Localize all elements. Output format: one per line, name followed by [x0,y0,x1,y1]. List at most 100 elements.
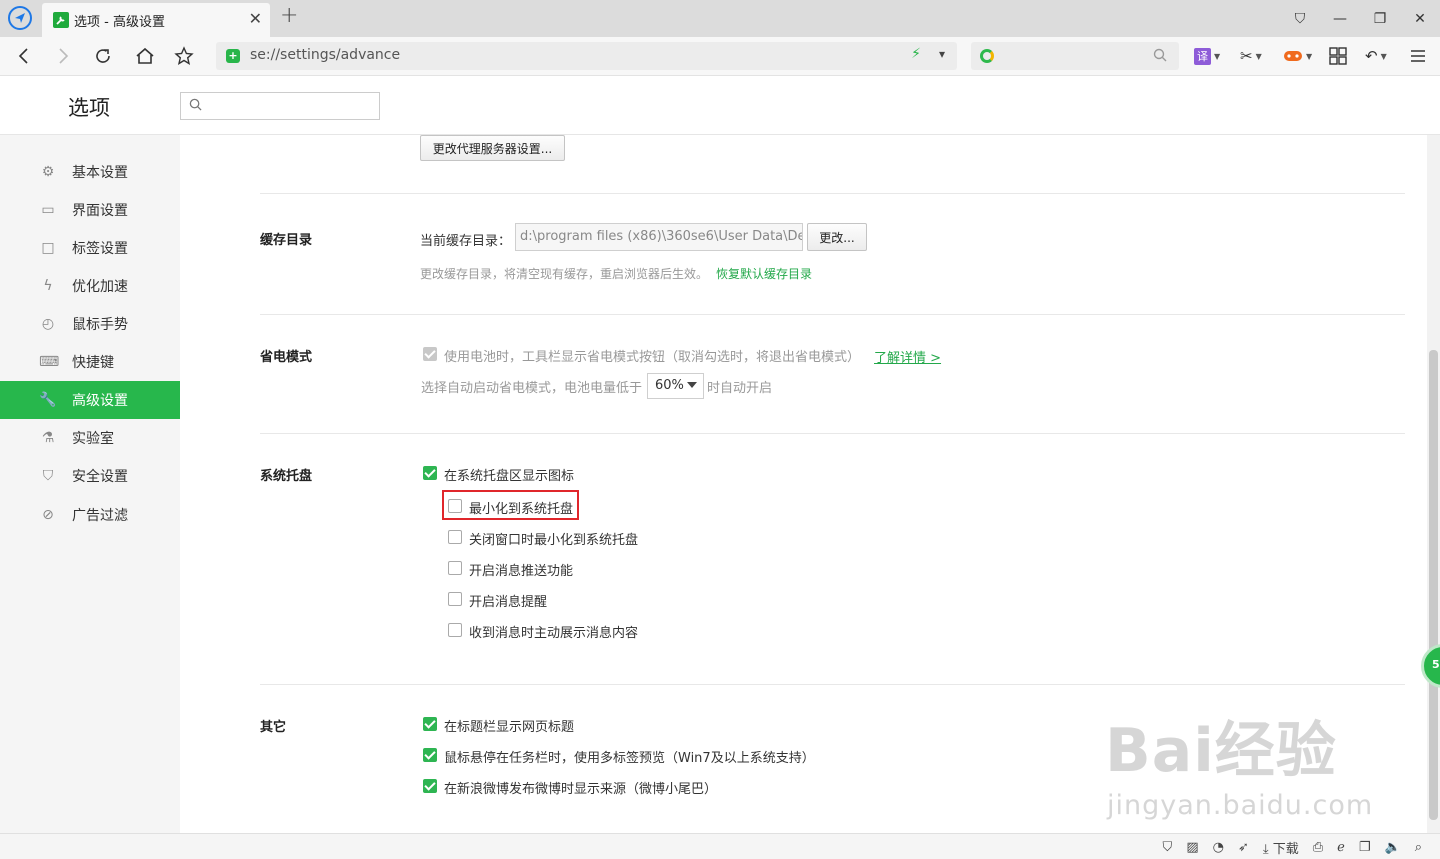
speed-mode-icon[interactable]: ⚡ [911,46,921,62]
reload-icon[interactable] [90,43,116,69]
lightning-icon: ϟ [43,278,53,294]
scrollbar-thumb[interactable] [1429,350,1438,820]
learn-more-link[interactable]: 了解详情 > [874,347,941,366]
cache-note: 更改缓存目录，将清空现有缓存，重启浏览器后生效。 [420,267,709,281]
download-icon[interactable]: ⤓ 下载 [1263,838,1299,857]
sidebar-item-label: 标签设置 [72,241,128,257]
sidebar-item-mouse-gesture[interactable]: ◴ 鼠标手势 [0,305,180,343]
tray-option-label: 开启消息提醒 [469,595,548,610]
settings-header: 选项 [0,76,1440,135]
image-icon[interactable]: ▨ [1186,840,1198,855]
sidebar-item-shortcuts[interactable]: ⌨ 快捷键 [0,343,180,381]
sidebar-item-interface[interactable]: ▭ 界面设置 [0,191,180,229]
close-window-button[interactable]: ✕ [1400,0,1440,37]
mute-icon[interactable]: 🔈 [1385,840,1401,855]
rocket-icon[interactable]: ➶ [1238,840,1249,855]
undo-icon[interactable]: ↶ ▼ [1365,46,1387,66]
wrench-icon: 🔧 [39,392,57,408]
new-tab-button[interactable]: + [280,3,298,28]
print-icon[interactable]: ⎙ [1313,840,1323,855]
weibo-source-checkbox[interactable] [423,779,437,793]
show-page-title-checkbox[interactable] [423,717,437,731]
translate-icon[interactable]: 译 ▼ [1194,46,1220,66]
game-icon[interactable]: ▼ [1283,46,1312,66]
tray-section-label: 系统托盘 [260,469,313,484]
tab-options[interactable]: 选项 - 高级设置 ✕ [42,3,270,37]
favorite-star-icon[interactable] [171,43,197,69]
cache-section-label: 缓存目录 [260,233,313,248]
push-messages-checkbox[interactable] [448,561,462,575]
tray-option-label: 开启消息推送功能 [469,564,574,579]
minimize-button[interactable]: — [1320,0,1360,37]
sidebar-item-optimize[interactable]: ϟ 优化加速 [0,267,180,305]
sidebar-item-label: 鼠标手势 [72,317,128,333]
wrench-favicon-icon [53,12,69,28]
apps-icon[interactable] [1329,46,1347,66]
settings-search-input[interactable] [180,92,380,120]
battery-threshold-select[interactable]: 60% [647,373,704,399]
cache-path-field: d:\program files (x86)\360se6\User Data\… [515,223,803,251]
back-icon[interactable] [10,43,36,69]
skin-icon[interactable]: ⛉ [1280,0,1320,37]
sidebar-item-lab[interactable]: ⚗ 实验室 [0,419,180,457]
speed-icon[interactable]: ◔ [1213,840,1224,855]
download-label: 下载 [1272,842,1299,857]
cache-current-label: 当前缓存目录： [420,234,512,249]
sidebar-item-tabs[interactable]: □ 标签设置 [0,229,180,267]
restore-cache-link[interactable]: 恢复默认缓存目录 [716,265,812,282]
other-option-label: 在标题栏显示网页标题 [444,720,575,735]
keyboard-icon: ⌨ [39,354,60,370]
message-reminder-checkbox[interactable] [448,592,462,606]
change-cache-button[interactable]: 更改... [807,223,867,251]
tab-close-icon[interactable]: ✕ [249,9,262,28]
taskbar-preview-checkbox[interactable] [423,748,437,762]
address-bar[interactable]: + se://settings/advance ⚡ ▾ [216,42,957,70]
settings-sidebar: ⚙ 基本设置 ▭ 界面设置 □ 标签设置 ϟ 优化加速 ◴ 鼠标手势 ⌨ 快捷键… [0,135,180,833]
home-icon[interactable] [132,43,158,69]
baidu-jingyan-watermark: Bai经验 jingyan.baidu.com [1105,702,1372,821]
power-mode-option: 使用电池时，工具栏显示省电模式按钮（取消勾选时，将退出省电模式） [444,350,861,365]
address-dropdown-icon[interactable]: ▾ [939,47,945,61]
section-divider [260,433,1405,434]
flask-icon: ⚗ [41,430,55,446]
sidebar-item-label: 广告过滤 [72,508,128,524]
search-icon[interactable] [1153,48,1167,66]
proxy-settings-button[interactable]: 更改代理服务器设置... [420,135,565,161]
sidebar-item-label: 快捷键 [72,355,114,371]
block-icon: ⊘ [42,507,54,523]
tray-show-icon-checkbox[interactable] [423,466,437,480]
watermark-text: Bai经验 [1105,716,1337,786]
show-message-content-checkbox[interactable] [448,623,462,637]
window-icon[interactable]: ❐ [1359,840,1371,855]
sidebar-item-label: 基本设置 [72,165,128,181]
forward-icon[interactable] [51,43,77,69]
security-shield-icon[interactable]: ⛉ [1163,840,1173,855]
power-mode-checkbox[interactable] [423,347,437,361]
tab-icon: □ [41,240,55,256]
sidebar-item-adblock[interactable]: ⊘ 广告过滤 [0,496,180,534]
restore-button[interactable]: ❐ [1360,0,1400,37]
ie-mode-icon[interactable]: ℯ [1337,840,1345,855]
watermark-url: jingyan.baidu.com [1107,790,1374,821]
browser-toolbar: + se://settings/advance ⚡ ▾ 译 ▼ ✂ ▼ ▼ ↶ ▼ [0,37,1440,76]
sidebar-item-advanced[interactable]: 🔧 高级设置 [0,381,180,419]
vertical-scrollbar[interactable] [1427,135,1440,833]
sidebar-item-security[interactable]: ⛉ 安全设置 [0,457,180,495]
section-divider [260,314,1405,315]
chevron-down-icon [687,382,697,388]
sidebar-item-label: 优化加速 [72,279,128,295]
zoom-icon[interactable]: ⌕ [1415,840,1422,855]
battery-threshold-value: 60% [655,378,684,393]
window-controls: ⛉ — ❐ ✕ [1280,0,1440,37]
sidebar-item-basic[interactable]: ⚙ 基本设置 [0,153,180,191]
tray-option-label: 收到消息时主动展示消息内容 [469,626,639,641]
search-engine-box[interactable] [971,42,1179,70]
close-to-tray-checkbox[interactable] [448,530,462,544]
browser-logo-icon[interactable] [8,6,32,30]
search-icon [189,98,202,115]
menu-icon[interactable] [1410,46,1426,66]
scissors-icon[interactable]: ✂ ▼ [1240,46,1262,66]
minimize-to-tray-checkbox[interactable] [448,499,462,513]
tab-title: 选项 - 高级设置 [74,15,165,30]
section-divider [260,193,1405,194]
